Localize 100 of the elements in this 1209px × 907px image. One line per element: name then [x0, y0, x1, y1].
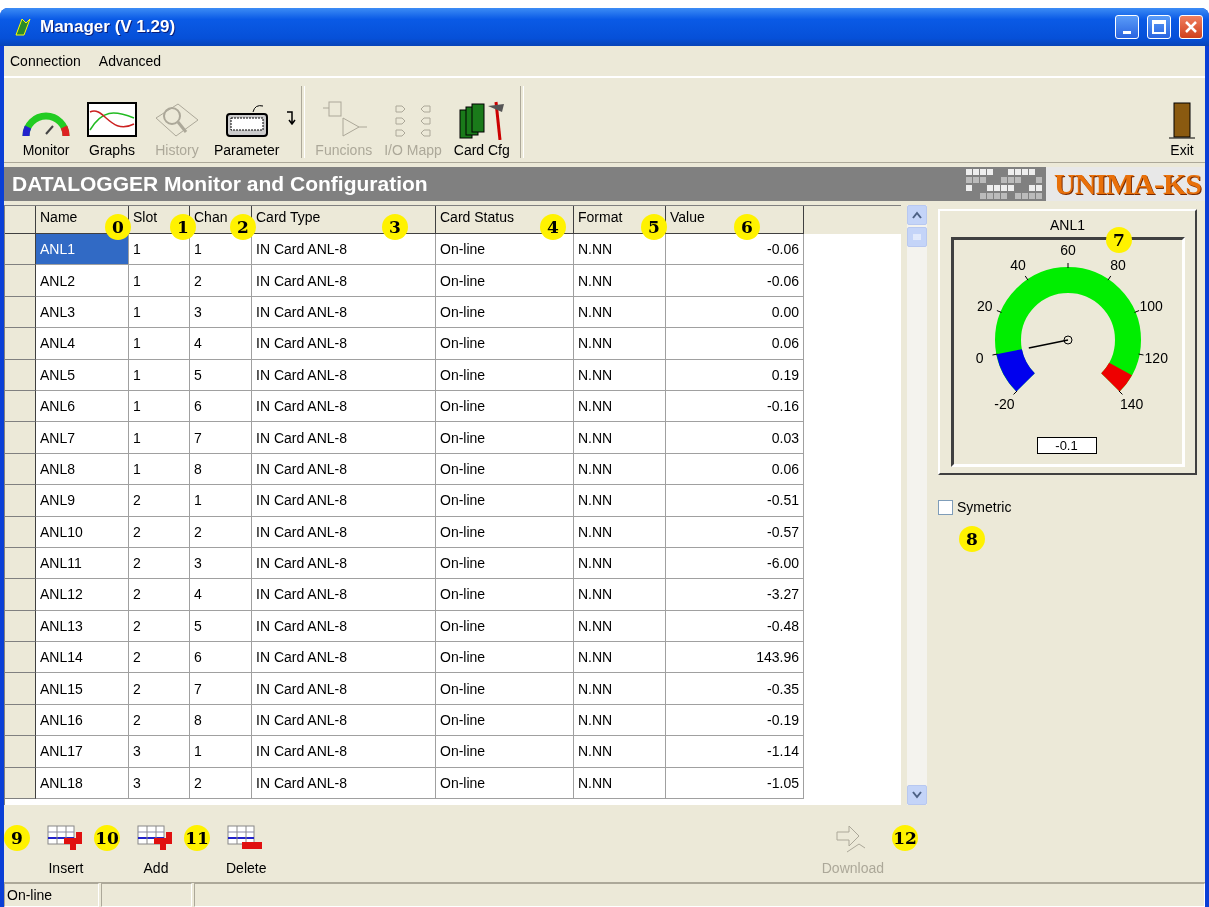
column-header[interactable]: Card Status — [440, 209, 514, 225]
table-cell: 8 — [190, 704, 252, 737]
table-cell: -0.35 — [666, 673, 804, 705]
table-cell: IN Card ANL-8 — [252, 265, 436, 297]
row-header[interactable] — [5, 704, 36, 737]
grid-action-button[interactable]: Delete — [218, 822, 275, 876]
table-cell: IN Card ANL-8 — [252, 234, 436, 266]
row-header[interactable] — [5, 547, 36, 580]
table-cell: ANL6 — [36, 390, 129, 423]
table-cell: N.NN — [574, 328, 666, 360]
table-cell: 2 — [129, 485, 190, 517]
row-header[interactable] — [5, 642, 36, 674]
table-cell: N.NN — [574, 359, 666, 391]
row-header[interactable] — [5, 485, 36, 517]
column-header[interactable]: Name — [40, 209, 78, 225]
exit-button[interactable]: Exit — [1163, 100, 1201, 158]
table-cell: 143.96 — [666, 642, 804, 674]
table-cell: -1.05 — [666, 767, 804, 800]
table-cell: ANL5 — [36, 359, 129, 391]
row-header[interactable] — [5, 736, 36, 768]
toolbar-button[interactable]: Graphs — [78, 100, 146, 158]
maximize-button[interactable] — [1147, 15, 1171, 39]
door-icon — [1169, 100, 1195, 140]
dropdown-arrow-icon[interactable] — [285, 110, 298, 126]
row-header[interactable] — [5, 328, 36, 360]
table-cell: 2 — [129, 704, 190, 737]
table-cell: 3 — [129, 736, 190, 768]
table-cell: ANL16 — [36, 704, 129, 737]
column-header[interactable]: Format — [578, 209, 623, 225]
table-cell: 2 — [129, 516, 190, 548]
table-cell: N.NN — [574, 610, 666, 643]
row-header[interactable] — [5, 610, 36, 643]
table-cell: ANL13 — [36, 610, 129, 643]
menu-item[interactable]: Connection — [10, 53, 81, 69]
row-header[interactable] — [5, 265, 36, 297]
column-header[interactable]: Value — [670, 209, 705, 225]
close-button[interactable] — [1179, 15, 1203, 39]
table-cell: ANL9 — [36, 485, 129, 517]
table-cell: On-line — [436, 328, 574, 360]
table-cell: On-line — [436, 234, 574, 266]
table-cell: On-line — [436, 736, 574, 768]
row-header[interactable] — [5, 453, 36, 486]
scroll-thumb[interactable] — [907, 227, 927, 247]
table-cell: IN Card ANL-8 — [252, 673, 436, 705]
table-cell: On-line — [436, 547, 574, 580]
toolbar-button[interactable]: Parameter — [208, 100, 286, 158]
menu-item[interactable]: Advanced — [98, 53, 162, 69]
table-cell: -0.16 — [666, 390, 804, 423]
table-cell: ANL3 — [36, 296, 129, 329]
row-header[interactable] — [5, 579, 36, 611]
table-cell: ANL15 — [36, 673, 129, 705]
graph-icon — [84, 100, 140, 140]
row-header[interactable] — [5, 234, 36, 266]
scroll-down-button[interactable] — [907, 785, 927, 805]
table-cell: On-line — [436, 673, 574, 705]
table-cell: On-line — [436, 610, 574, 643]
scrollbar[interactable] — [907, 205, 927, 805]
table-cell: -0.57 — [666, 516, 804, 548]
table-cell: On-line — [436, 704, 574, 737]
gauge-reading: -0.1 — [1036, 437, 1097, 454]
minimize-button[interactable] — [1115, 15, 1139, 39]
table-cell: On-line — [436, 453, 574, 486]
row-header[interactable] — [5, 390, 36, 423]
row-header[interactable] — [5, 767, 36, 800]
table-cell: ANL8 — [36, 453, 129, 486]
grid-action-button[interactable]: Insert — [38, 822, 94, 876]
table-cell: IN Card ANL-8 — [252, 642, 436, 674]
table-cell: ANL4 — [36, 328, 129, 360]
toolbar-button[interactable]: Card Cfg — [447, 100, 516, 158]
gauge-tick-label: -20 — [993, 395, 1014, 412]
column-header[interactable]: Card Type — [256, 209, 321, 225]
table-cell: 1 — [129, 453, 190, 486]
table-cell: 0.19 — [666, 359, 804, 391]
row-header[interactable] — [5, 359, 36, 391]
table-cell: N.NN — [574, 736, 666, 768]
column-header[interactable]: Chan — [194, 209, 228, 225]
row-header[interactable] — [5, 673, 36, 705]
row-header[interactable] — [5, 516, 36, 548]
table-cell: -0.51 — [666, 485, 804, 517]
row-header[interactable] — [5, 296, 36, 329]
column-header[interactable]: Slot — [133, 209, 158, 225]
table-cell: IN Card ANL-8 — [252, 390, 436, 423]
table-cell: 1 — [129, 328, 190, 360]
table-cell: 6 — [190, 642, 252, 674]
grid-action-button[interactable]: Add — [128, 822, 184, 876]
table-cell: 3 — [190, 547, 252, 580]
table-cell: IN Card ANL-8 — [252, 359, 436, 391]
table-cell: IN Card ANL-8 — [252, 328, 436, 360]
row-header[interactable] — [5, 422, 36, 454]
checkbox[interactable] — [938, 499, 953, 515]
gauge-tick-label: 40 — [1009, 257, 1026, 274]
table-cell: ANL12 — [36, 579, 129, 611]
table-cell: -0.06 — [666, 265, 804, 297]
table-cell: 3 — [190, 296, 252, 329]
table-cell: 1 — [190, 736, 252, 768]
table-cell: On-line — [436, 390, 574, 423]
scroll-up-button[interactable] — [907, 205, 927, 225]
toolbar-button[interactable]: Monitor — [14, 100, 78, 158]
symetric-checkbox[interactable]: Symetric — [938, 499, 1197, 515]
table-cell: -1.14 — [666, 736, 804, 768]
